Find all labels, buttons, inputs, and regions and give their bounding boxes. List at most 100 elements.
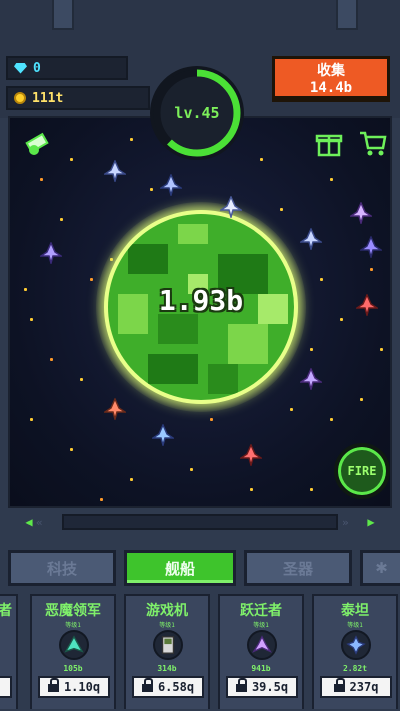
bullet-particle: [310, 488, 313, 491]
level-label: lv.45: [174, 104, 220, 122]
double-chevron-right-icon: »: [342, 515, 349, 529]
ship-name: 跃迁者: [240, 603, 282, 619]
ship-dps: 105b: [63, 664, 83, 673]
ship-sprite: [102, 397, 128, 422]
lock-icon: [141, 677, 153, 693]
collect-amount: 14.4b: [309, 79, 353, 96]
ship-level: 等级1: [253, 622, 269, 629]
ship-card[interactable]: 泰坦 等级1 2.82t 237q: [312, 594, 398, 709]
ship-sprite: [348, 201, 374, 226]
ship-name: 恶魔领军: [45, 603, 101, 619]
ship-sprite: [354, 293, 380, 318]
bullet-particle: [290, 408, 293, 411]
ship-sprite: [102, 159, 128, 184]
lock-icon: [235, 677, 247, 693]
coin-icon: [14, 92, 26, 104]
bullet-particle: [150, 188, 153, 191]
hinge-decoration: [52, 0, 74, 30]
coins-counter: 111t: [6, 86, 150, 110]
ship-sprite: [38, 241, 64, 266]
ship-name: 者: [0, 603, 12, 619]
planet-health-value: 1.93b: [158, 284, 244, 317]
ship-level: 等级1: [159, 622, 175, 629]
bullet-particle: [280, 208, 283, 211]
bullet-particle: [50, 358, 53, 361]
bullet-particle: [40, 178, 43, 181]
ship-card[interactable]: 游戏机 等级1 314b 6.58q: [124, 594, 210, 709]
gems-value: 0: [33, 60, 41, 76]
bullet-particle: [330, 178, 333, 181]
bullet-particle: [130, 478, 133, 481]
ship-sprite: [218, 195, 244, 220]
hinge-decoration: [336, 0, 358, 30]
cost-value: 39.5q: [251, 680, 289, 694]
gift-icon[interactable]: [314, 128, 344, 158]
ship-name: 泰坦: [341, 603, 369, 619]
ship-portrait: [59, 630, 89, 660]
bullet-particle: [370, 268, 373, 271]
scroll-right-icon[interactable]: ▶: [364, 515, 378, 529]
bullet-particle: [130, 138, 133, 141]
bullet-particle: [24, 288, 27, 291]
bullet-particle: [210, 418, 213, 421]
ship-name: 游戏机: [146, 603, 188, 619]
cart-icon[interactable]: [358, 128, 388, 158]
tab-tech[interactable]: 科技: [8, 550, 116, 586]
ship-portrait: [153, 630, 183, 660]
space-battlefield[interactable]: 1.93b FIRE: [8, 116, 392, 508]
bullet-particle: [30, 418, 33, 421]
ship-sprite: [298, 367, 324, 392]
tab-relic[interactable]: 圣器: [244, 550, 352, 586]
gear-icon: ✱: [375, 559, 388, 577]
bullet-particle: [260, 158, 263, 161]
ship-portrait: [247, 630, 277, 660]
bullet-particle: [360, 398, 363, 401]
ship-card[interactable]: 者 0: [0, 594, 18, 709]
upgrade-cost-button[interactable]: 0: [0, 676, 12, 698]
collect-button[interactable]: 收集 14.4b: [272, 56, 390, 102]
ship-card-list: 者 0 恶魔领军 等级1 105b 1.10q 游戏机 等级1 314b 6.5…: [0, 592, 400, 711]
ship-dps: 314b: [157, 664, 177, 673]
tab-settings[interactable]: ✱: [360, 550, 400, 586]
upgrade-cost-button[interactable]: 6.58q: [132, 676, 204, 698]
collect-label: 收集: [317, 62, 345, 79]
cost-value: 237q: [349, 680, 379, 694]
ship-card[interactable]: 恶魔领军 等级1 105b 1.10q: [30, 594, 116, 709]
bullet-particle: [380, 348, 383, 351]
scroll-left-icon[interactable]: ◀: [22, 515, 36, 529]
bullet-particle: [250, 488, 253, 491]
bullet-particle: [330, 418, 333, 421]
upgrade-cost-button[interactable]: 237q: [320, 676, 392, 698]
bullet-particle: [340, 318, 343, 321]
bullet-particle: [30, 318, 33, 321]
ship-sprite: [150, 423, 176, 448]
bullet-particle: [190, 468, 193, 471]
bullet-particle: [70, 158, 73, 161]
cost-value: 6.58q: [157, 680, 195, 694]
tab-ships[interactable]: 舰船: [124, 550, 236, 586]
ship-sprite: [358, 235, 384, 260]
lock-icon: [333, 677, 345, 693]
upgrade-cost-button[interactable]: 39.5q: [226, 676, 298, 698]
ship-portrait: [341, 630, 371, 660]
ship-dps: 941b: [251, 664, 271, 673]
double-chevron-left-icon: «: [36, 515, 43, 529]
bullet-particle: [90, 278, 93, 281]
cannon-icon[interactable]: [24, 128, 54, 158]
ship-sprite: [158, 173, 184, 198]
ship-sprite: [298, 227, 324, 252]
bullet-particle: [70, 448, 73, 451]
gems-counter: 0: [6, 56, 128, 80]
ship-level: 等级1: [347, 622, 363, 629]
level-indicator: lv.45: [150, 66, 244, 160]
bullet-particle: [60, 218, 63, 221]
bullet-particle: [100, 498, 103, 501]
lock-icon: [47, 677, 59, 693]
ship-sprite: [238, 443, 264, 468]
fire-button[interactable]: FIRE: [334, 443, 390, 499]
ship-scroll-bar[interactable]: ◀ « » ▶: [22, 513, 378, 531]
upgrade-cost-button[interactable]: 1.10q: [38, 676, 110, 698]
bullet-particle: [320, 278, 323, 281]
scroll-track[interactable]: [62, 514, 338, 530]
ship-card[interactable]: 跃迁者 等级1 941b 39.5q: [218, 594, 304, 709]
